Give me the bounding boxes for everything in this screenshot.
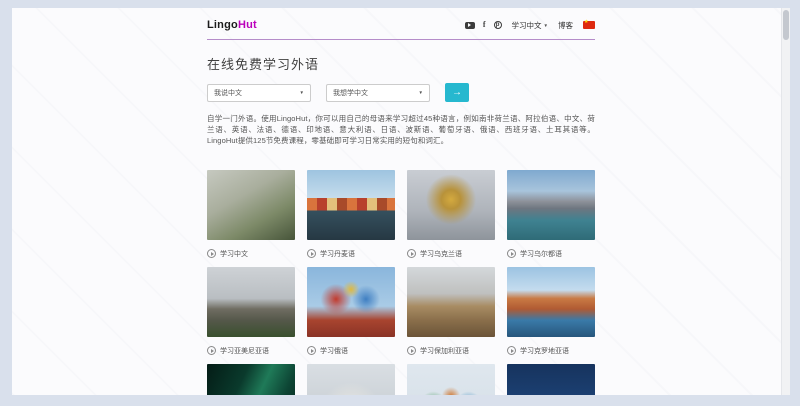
domed-cathedral-image[interactable] bbox=[307, 364, 395, 395]
facebook-icon[interactable]: f bbox=[483, 21, 486, 29]
course-label: 学习乌克兰语 bbox=[407, 240, 495, 267]
course-card-learn-bulgarian[interactable]: 学习保加利亚语 bbox=[407, 267, 495, 364]
language-menu[interactable]: 学习中文 ▼ bbox=[512, 20, 548, 31]
learn-language-select[interactable]: 我想学中文 ▼ bbox=[326, 84, 430, 102]
arrow-right-icon: → bbox=[452, 87, 462, 98]
logo-text-hut: Hut bbox=[238, 19, 257, 31]
site-header: LingoHut f p 学习中文 ▼ 博客 ★ bbox=[207, 8, 595, 40]
mosaic-towers-image[interactable] bbox=[407, 364, 495, 395]
pinterest-icon[interactable]: p bbox=[494, 21, 502, 29]
play-icon bbox=[307, 249, 316, 258]
parliament-at-night-image[interactable] bbox=[507, 364, 595, 395]
course-card-learn-urdu[interactable]: 学习乌尔都语 bbox=[507, 170, 595, 267]
nyhavn-harbor-image[interactable] bbox=[307, 170, 395, 240]
china-flag-icon[interactable]: ★ bbox=[583, 21, 595, 29]
course-label: 学习俄语 bbox=[307, 337, 395, 364]
page-title: 在线免费学习外语 bbox=[207, 54, 595, 73]
course-card-learn-chinese[interactable]: 学习中文 bbox=[207, 170, 295, 267]
chevron-down-icon: ▼ bbox=[300, 90, 304, 95]
course-card-learn-ukrainian[interactable]: 学习乌克兰语 bbox=[407, 170, 495, 267]
speak-language-select[interactable]: 我说中文 ▼ bbox=[207, 84, 311, 102]
scrollbar[interactable] bbox=[781, 8, 790, 395]
aurora-sky-image[interactable] bbox=[207, 364, 295, 395]
speak-language-value: 我说中文 bbox=[214, 88, 242, 98]
course-label: 学习中文 bbox=[207, 240, 295, 267]
play-icon bbox=[507, 346, 516, 355]
play-icon bbox=[307, 346, 316, 355]
coastal-walled-city-image[interactable] bbox=[507, 267, 595, 337]
play-icon bbox=[407, 249, 416, 258]
flag-star: ★ bbox=[584, 19, 588, 25]
go-button[interactable]: → bbox=[445, 83, 469, 102]
youtube-icon[interactable] bbox=[465, 22, 475, 29]
chevron-down-icon: ▼ bbox=[544, 23, 548, 28]
course-grid: 学习中文 学习丹麦语 学习乌克兰语 bbox=[207, 170, 595, 395]
great-wall-image[interactable] bbox=[207, 170, 295, 240]
mountain-lake-image[interactable] bbox=[507, 170, 595, 240]
course-card-learn-danish[interactable]: 学习丹麦语 bbox=[307, 170, 395, 267]
social-icons: f p bbox=[465, 21, 502, 29]
golden-angel-monument-image[interactable] bbox=[407, 170, 495, 240]
language-menu-label: 学习中文 bbox=[512, 20, 542, 31]
stone-monastery-image[interactable] bbox=[207, 267, 295, 337]
chevron-down-icon: ▼ bbox=[419, 90, 423, 95]
course-label: 学习乌尔都语 bbox=[507, 240, 595, 267]
learn-language-value: 我想学中文 bbox=[333, 88, 368, 98]
rock-fortress-image[interactable] bbox=[407, 267, 495, 337]
play-icon bbox=[407, 346, 416, 355]
lingohut-logo[interactable]: LingoHut bbox=[207, 19, 257, 31]
scrollbar-thumb[interactable] bbox=[783, 10, 789, 40]
course-card-learn-armenian[interactable]: 学习亚美尼亚语 bbox=[207, 267, 295, 364]
st-basils-cathedral-image[interactable] bbox=[307, 267, 395, 337]
play-icon bbox=[507, 249, 516, 258]
blog-link-label: 博客 bbox=[558, 20, 573, 31]
logo-text-lingo: Lingo bbox=[207, 19, 238, 31]
header-nav: f p 学习中文 ▼ 博客 ★ bbox=[465, 20, 595, 31]
course-card-learn-croatian[interactable]: 学习克罗地亚语 bbox=[507, 267, 595, 364]
course-card-aurora[interactable] bbox=[207, 364, 295, 395]
language-form: 我说中文 ▼ 我想学中文 ▼ → bbox=[207, 83, 595, 102]
play-icon bbox=[207, 346, 216, 355]
course-label: 学习克罗地亚语 bbox=[507, 337, 595, 364]
course-label: 学习亚美尼亚语 bbox=[207, 337, 295, 364]
course-label: 学习保加利亚语 bbox=[407, 337, 495, 364]
course-card-mosaic-towers[interactable] bbox=[407, 364, 495, 395]
course-label: 学习丹麦语 bbox=[307, 240, 395, 267]
play-icon bbox=[207, 249, 216, 258]
course-card-parliament[interactable] bbox=[507, 364, 595, 395]
course-card-cathedral[interactable] bbox=[307, 364, 395, 395]
course-card-learn-russian[interactable]: 学习俄语 bbox=[307, 267, 395, 364]
page-panel: LingoHut f p 学习中文 ▼ 博客 ★ bbox=[12, 8, 790, 395]
blog-link[interactable]: 博客 bbox=[558, 20, 573, 31]
intro-text: 自学一门外语。使用LingoHut，你可以用自己的母语来学习超过45种语言，例如… bbox=[207, 113, 595, 146]
